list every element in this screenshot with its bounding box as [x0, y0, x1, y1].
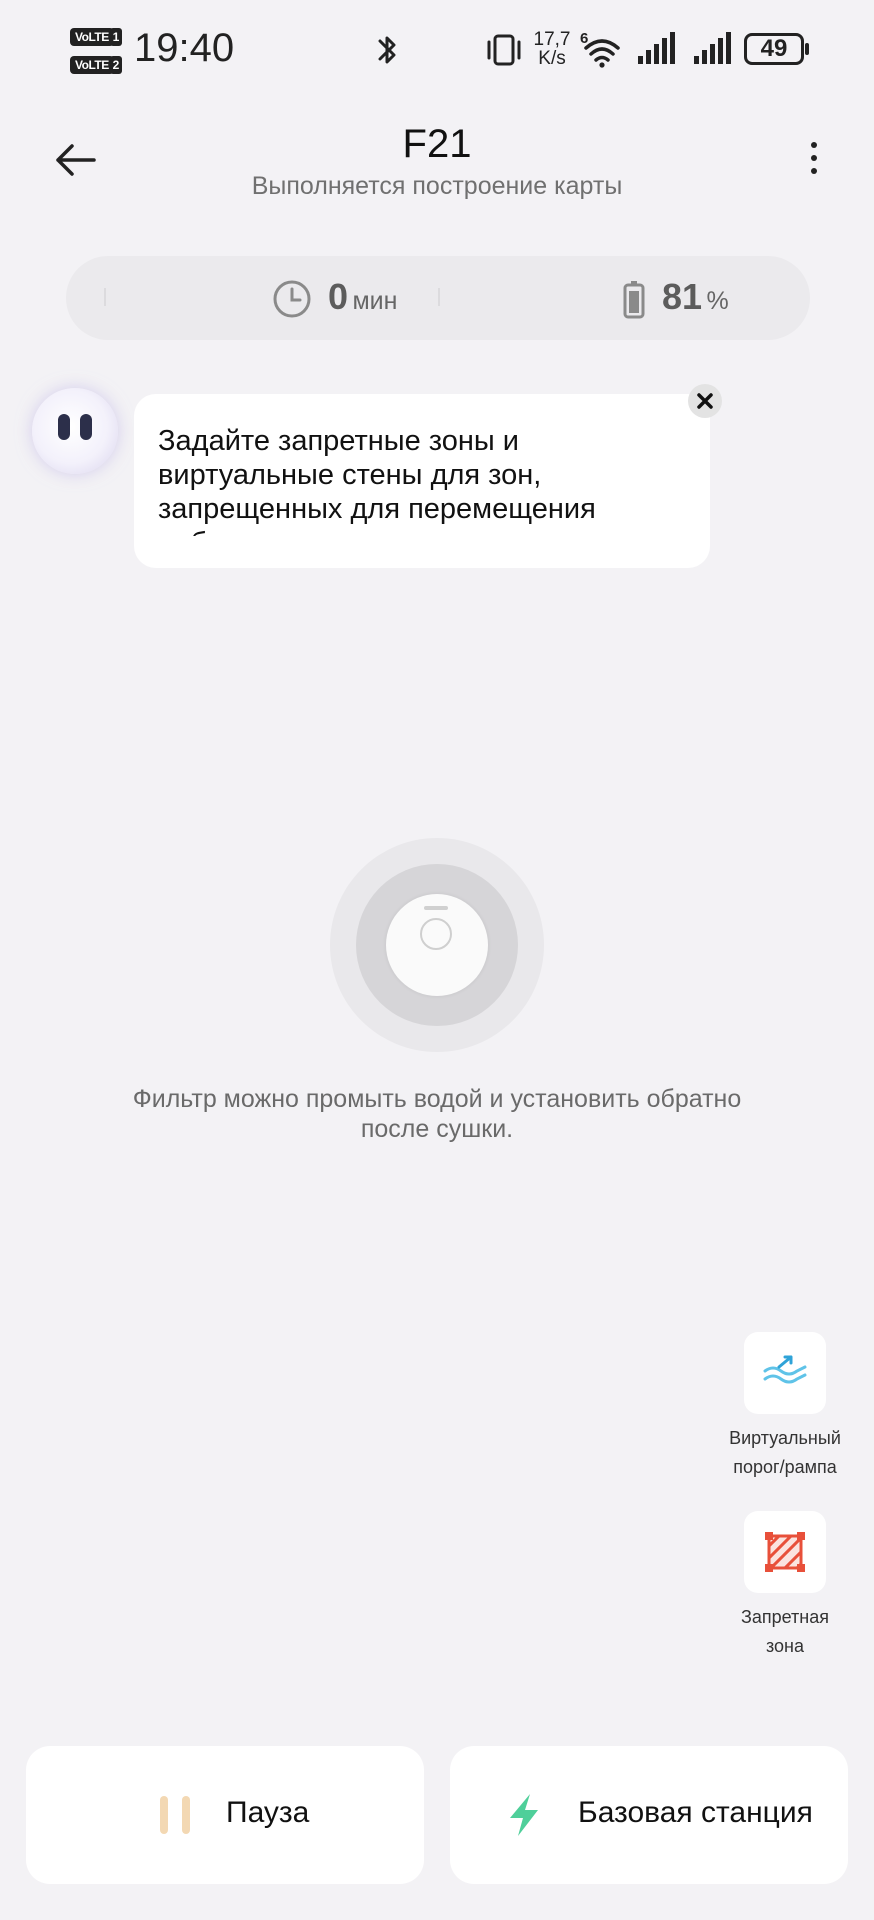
more-dot [811, 142, 817, 148]
status-battery-tip [805, 43, 809, 55]
status-bar: VoLTE 1 VoLTE 2 19:40 17,7 K/s 6 49 [0, 0, 874, 100]
maintenance-tip: Фильтр можно промыть водой и установить … [132, 1085, 742, 1143]
signal-sim2-icon [694, 32, 731, 64]
page-title: F21 [402, 122, 472, 166]
no-go-zone-label-line1: Запретная [741, 1607, 829, 1627]
cleaning-time-value: 0 [328, 276, 349, 317]
page-subtitle: Выполняется построение карты [251, 172, 623, 200]
robot-lidar [420, 918, 452, 950]
no-go-zone-label-line2: зона [765, 1636, 804, 1656]
assistant-avatar [32, 388, 118, 474]
robot-battery-value: 81 [662, 276, 703, 317]
lightning-icon [510, 1794, 538, 1836]
hint-text: Задайте запретные зоны и виртуальные сте… [158, 425, 596, 536]
base-station-label: Базовая станция [578, 1796, 813, 1829]
virtual-threshold-label: Виртуальный порог/рампа [715, 1424, 855, 1482]
pause-icon [160, 1796, 190, 1834]
hint-bubble[interactable]: Задайте запретные зоны и виртуальные сте… [134, 394, 710, 568]
wifi-indicator: 6 [580, 30, 620, 74]
stats-divider [104, 288, 106, 306]
vibrate-icon [487, 34, 521, 66]
clock-time: 19:40 [134, 26, 235, 70]
cleaning-time-unit: мин [352, 287, 398, 315]
more-dot [811, 168, 817, 174]
pause-button[interactable]: Пауза [26, 1746, 424, 1884]
no-go-zone-button[interactable] [744, 1511, 826, 1593]
no-go-zone-label: Запретная зона [715, 1603, 855, 1661]
robot-bumper [424, 906, 448, 910]
robot-battery-unit: % [706, 287, 729, 315]
network-speed-value: 17,7 [533, 29, 571, 50]
network-speed: 17,7 K/s [532, 30, 572, 68]
sim1-volte-tag: VoLTE [70, 28, 114, 46]
bluetooth-icon [378, 36, 396, 64]
ramp-waves-icon [763, 1355, 807, 1384]
sim2-indicator: VoLTE 2 [70, 56, 122, 74]
avatar-eye [58, 414, 70, 440]
base-station-button[interactable]: Базовая станция [450, 1746, 848, 1884]
battery-icon [623, 281, 645, 319]
sim1-indicator: VoLTE 1 [70, 28, 122, 46]
virtual-threshold-label-line2: порог/рампа [733, 1457, 837, 1477]
status-battery: 49 [744, 33, 804, 65]
avatar-eye [80, 414, 92, 440]
sim1-number: 1 [110, 28, 122, 46]
network-speed-unit: K/s [538, 48, 566, 69]
no-go-zone-icon [765, 1532, 805, 1572]
close-hint-button[interactable] [688, 384, 722, 418]
stats-divider [438, 288, 440, 306]
wifi-icon [584, 39, 620, 68]
virtual-threshold-button[interactable] [744, 1332, 826, 1414]
virtual-threshold-label-line1: Виртуальный [729, 1428, 841, 1448]
more-dot [811, 155, 817, 161]
more-options-button[interactable] [806, 142, 822, 180]
signal-sim1-icon [638, 32, 675, 64]
pause-label: Пауза [226, 1796, 310, 1829]
clock-icon [273, 280, 311, 318]
stats-card: 0 мин 81 % [66, 256, 810, 340]
sim2-number: 2 [110, 56, 122, 74]
sim2-volte-tag: VoLTE [70, 56, 114, 74]
